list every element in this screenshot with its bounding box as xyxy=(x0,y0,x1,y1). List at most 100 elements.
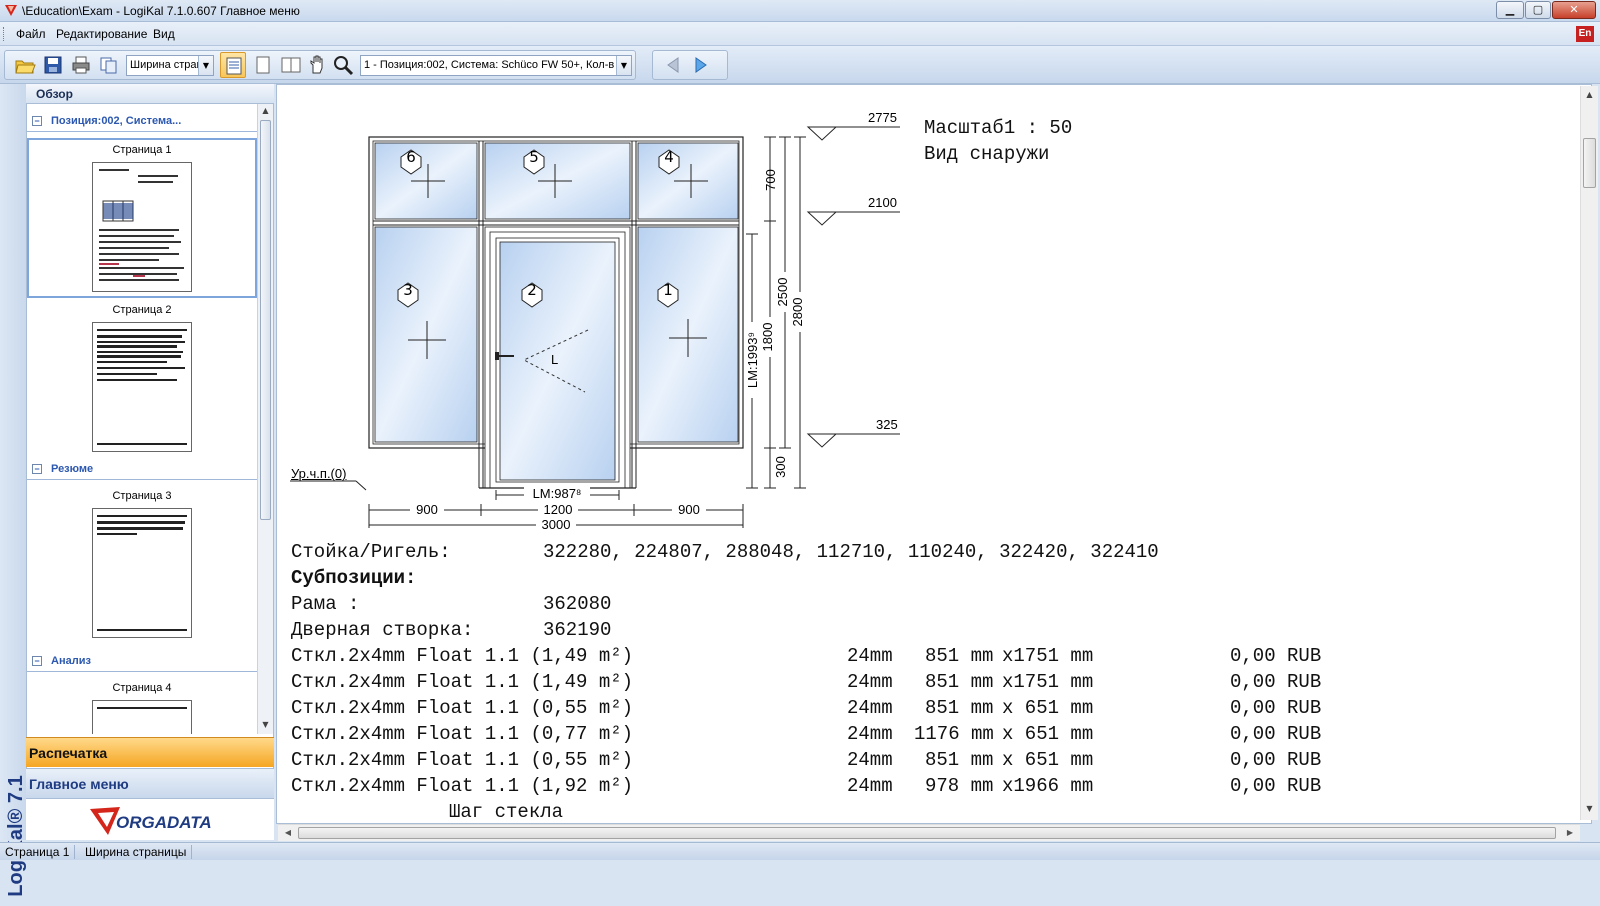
field-number-1: 1 xyxy=(663,281,673,299)
subpositions-heading: Субпозиции: xyxy=(291,567,417,589)
overview-scrollbar[interactable]: ▲ ▼ xyxy=(257,104,273,734)
orgadata-logo: ORGADATA xyxy=(26,798,274,840)
profiles-value: 322280, 224807, 288048, 112710, 110240, … xyxy=(543,541,1159,563)
page-thumbnail-2[interactable]: Страница 2 xyxy=(27,300,257,460)
view-label: Вид снаружи xyxy=(924,143,1050,165)
dim-2800: 2800 xyxy=(790,292,805,332)
menu-file[interactable]: Файл xyxy=(16,27,46,41)
dim-700: 700 xyxy=(763,169,778,191)
scrollbar-thumb[interactable] xyxy=(298,827,1556,839)
collapse-icon[interactable]: − xyxy=(32,116,42,126)
scrollbar-thumb[interactable] xyxy=(260,120,271,520)
glass-row-width: 1176 mm xyxy=(914,723,994,745)
scroll-up-icon[interactable]: ▲ xyxy=(1582,88,1597,102)
page-thumbnail-4[interactable]: Страница 4 xyxy=(27,678,257,734)
nav-print-button[interactable]: Распечатка xyxy=(26,737,274,767)
collapse-icon[interactable]: − xyxy=(32,656,42,666)
glass-row-thickness: 24mm xyxy=(847,749,893,771)
dim-300: 300 xyxy=(773,452,788,482)
glass-row-width: 851 mm xyxy=(925,749,994,771)
maximize-button[interactable]: ▢ xyxy=(1525,1,1551,19)
dim-lm-vertical: LM:1993⁹ xyxy=(745,322,760,398)
print-icon[interactable] xyxy=(70,54,92,76)
chevron-down-icon: ▼ xyxy=(198,56,213,75)
language-badge[interactable]: En xyxy=(1576,26,1594,42)
minimize-button[interactable]: ▁ xyxy=(1496,1,1524,19)
glass-row-name: Сткл.2x4mm Float 1.1 (0,55 m²) xyxy=(291,749,634,771)
door-leaf-label: Дверная створка: xyxy=(291,619,474,641)
dim-900-left: 900 xyxy=(410,502,444,517)
close-icon: ✕ xyxy=(1569,3,1579,16)
scroll-down-icon[interactable]: ▼ xyxy=(1582,802,1597,816)
save-icon[interactable] xyxy=(42,54,64,76)
title-bar: \Education\Exam - LogiKal 7.1.0.607 Глав… xyxy=(0,0,1600,22)
page-width-button[interactable] xyxy=(220,52,246,78)
menu-view[interactable]: Вид xyxy=(153,27,175,41)
brand-strip: LogiKal® 7.1 xyxy=(0,84,27,897)
glass-row-price: 0,00 RUB xyxy=(1230,645,1322,667)
window-drawing xyxy=(290,126,900,528)
glass-row-price: 0,00 RUB xyxy=(1230,749,1322,771)
scroll-up-icon[interactable]: ▲ xyxy=(258,104,273,118)
close-button[interactable]: ✕ xyxy=(1552,1,1596,19)
glass-row-thickness: 24mm xyxy=(847,671,893,693)
overview-header: Обзор xyxy=(26,84,274,104)
next-arrow-icon[interactable] xyxy=(690,54,712,76)
logikal-logo-icon xyxy=(5,5,17,16)
open-folder-icon[interactable] xyxy=(14,54,36,76)
zoom-select-value: Ширина страни xyxy=(130,59,209,71)
two-pages-icon[interactable] xyxy=(280,54,302,76)
field-number-2: 2 xyxy=(527,281,537,299)
status-bar: Страница 1 Ширина страницы xyxy=(0,842,1600,860)
dim-3000: 3000 xyxy=(536,517,576,532)
menu-grip xyxy=(3,27,6,41)
glass-row-height: x 651 mm xyxy=(1002,697,1094,719)
scroll-down-icon[interactable]: ▼ xyxy=(258,718,273,732)
page-preview xyxy=(92,322,192,452)
field-number-4: 4 xyxy=(664,148,674,166)
section-summary[interactable]: − Резюме xyxy=(27,458,257,480)
section-position[interactable]: − Позиция:002, Система... xyxy=(27,110,257,132)
section-title: Позиция:002, Система... xyxy=(51,115,182,127)
glass-row-height: x1966 mm xyxy=(1002,775,1094,797)
glass-row-width: 851 mm xyxy=(925,697,994,719)
section-analysis[interactable]: − Анализ xyxy=(27,650,257,672)
nav-main-menu-button[interactable]: Главное меню xyxy=(26,768,274,798)
glass-row-thickness: 24mm xyxy=(847,723,893,745)
page-thumbnail-3[interactable]: Страница 3 xyxy=(27,486,257,646)
hand-pan-icon[interactable] xyxy=(306,54,328,76)
menu-edit[interactable]: Редактирование xyxy=(56,27,147,41)
status-zoom: Ширина страницы xyxy=(80,845,193,859)
previous-arrow-icon[interactable] xyxy=(662,54,684,76)
dim-2500: 2500 xyxy=(775,272,790,312)
glass-row-name: Сткл.2x4mm Float 1.1 (1,92 m²) xyxy=(291,775,634,797)
copy-icon[interactable] xyxy=(98,54,120,76)
door-leaf-value: 362190 xyxy=(543,619,612,641)
floor-level-label: Ур.ч.п.(0) xyxy=(291,466,347,481)
scrollbar-thumb[interactable] xyxy=(1583,138,1596,188)
document-vertical-scrollbar[interactable]: ▲ ▼ xyxy=(1580,86,1598,820)
brand-logo-text: LogiKal® 7.1 xyxy=(5,775,27,897)
page-label: Страница 4 xyxy=(112,682,172,694)
page-preview xyxy=(92,162,192,292)
dim-1200: 1200 xyxy=(538,502,578,517)
collapse-icon[interactable]: − xyxy=(32,464,42,474)
page-thumbnail-1[interactable]: Страница 1 xyxy=(27,138,257,298)
position-select-value: 1 - Позиция:002, Система: Schüco FW 50+,… xyxy=(364,59,615,71)
glass-row-thickness: 24mm xyxy=(847,697,893,719)
dim-lm-horizontal: LM:987⁸ xyxy=(524,486,590,501)
field-number-5: 5 xyxy=(529,148,539,166)
document-horizontal-scrollbar[interactable]: ◀ ▶ xyxy=(278,824,1580,841)
glass-row-width: 851 mm xyxy=(925,671,994,693)
single-page-icon[interactable] xyxy=(252,54,274,76)
glass-row-width: 978 mm xyxy=(925,775,994,797)
glass-row-name: Сткл.2x4mm Float 1.1 (1,49 m²) xyxy=(291,645,634,667)
position-select[interactable]: 1 - Позиция:002, Система: Schüco FW 50+,… xyxy=(360,55,632,76)
scroll-right-icon[interactable]: ▶ xyxy=(1562,825,1578,841)
zoom-magnifier-icon[interactable] xyxy=(332,54,354,76)
glass-row-height: x 651 mm xyxy=(1002,749,1094,771)
field-number-3: 3 xyxy=(403,281,413,299)
scroll-left-icon[interactable]: ◀ xyxy=(280,825,296,841)
zoom-select[interactable]: Ширина страни ▼ xyxy=(126,55,214,76)
glass-row-price: 0,00 RUB xyxy=(1230,671,1322,693)
